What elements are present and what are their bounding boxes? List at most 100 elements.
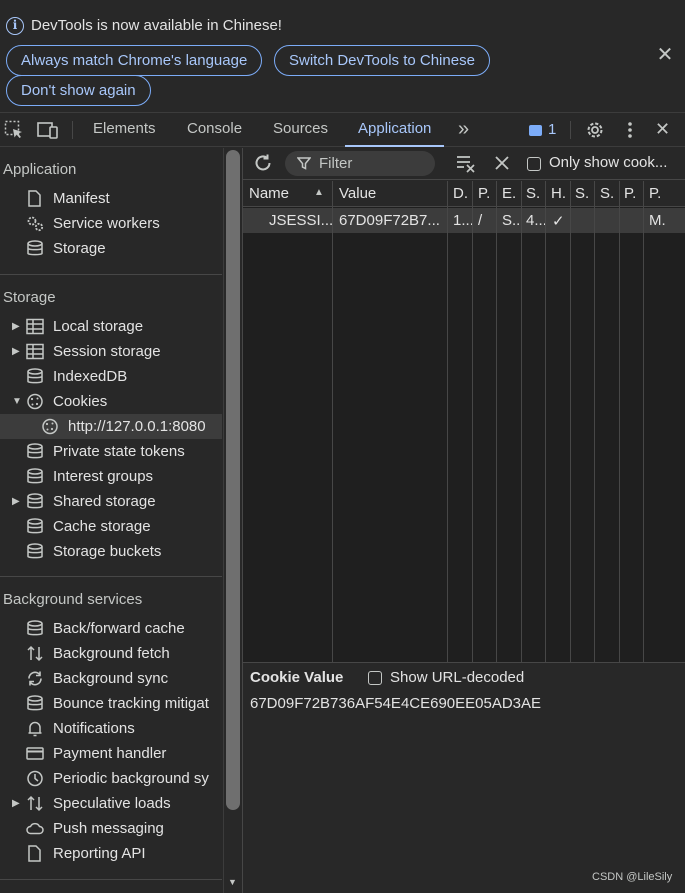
sort-ascending-icon[interactable]: ▲ xyxy=(314,187,324,198)
sidebar-item-indexeddb[interactable]: IndexedDB xyxy=(0,364,222,389)
language-infobar: i DevTools is now available in Chinese! … xyxy=(0,0,685,113)
device-toolbar-icon[interactable] xyxy=(37,120,59,140)
column-divider[interactable] xyxy=(594,181,595,662)
database-icon xyxy=(26,543,44,560)
column-header-httponly[interactable]: H. xyxy=(551,185,566,202)
database-icon xyxy=(26,443,44,460)
column-divider[interactable] xyxy=(472,181,473,662)
sidebar-item-session-storage[interactable]: ▶ Session storage xyxy=(0,339,222,364)
infobar-message: DevTools is now available in Chinese! xyxy=(31,17,282,34)
up-down-arrows-icon xyxy=(26,795,44,812)
sidebar-item-payment-handler[interactable]: Payment handler xyxy=(0,741,222,766)
column-header-domain[interactable]: D. xyxy=(453,185,468,202)
delete-selected-icon[interactable] xyxy=(494,155,510,175)
scroll-down-arrow-icon[interactable]: ▼ xyxy=(228,877,237,887)
table-grid-icon xyxy=(26,318,44,335)
expand-arrow-icon[interactable]: ▶ xyxy=(12,339,20,364)
sidebar-item-cache-storage[interactable]: Cache storage xyxy=(0,514,222,539)
sidebar-item-shared-storage[interactable]: ▶ Shared storage xyxy=(0,489,222,514)
sidebar-item-cookie-origin[interactable]: http://127.0.0.1:8080 xyxy=(0,414,222,439)
switch-to-chinese-button[interactable]: Switch DevTools to Chinese xyxy=(274,45,490,76)
filter-input[interactable]: Filter xyxy=(285,151,435,176)
more-options-icon[interactable] xyxy=(620,120,642,140)
table-grid-icon xyxy=(26,343,44,360)
close-icon[interactable]: ✕ xyxy=(655,45,675,65)
column-divider[interactable] xyxy=(570,181,571,662)
column-header-secure[interactable]: S. xyxy=(575,185,589,202)
refresh-icon[interactable] xyxy=(253,153,273,177)
dont-show-again-button[interactable]: Don't show again xyxy=(6,75,151,106)
sidebar-item-push-messaging[interactable]: Push messaging xyxy=(0,816,222,841)
column-divider[interactable] xyxy=(619,181,620,662)
section-header-storage: Storage xyxy=(3,289,56,306)
more-tabs-icon[interactable]: » xyxy=(458,113,469,147)
sidebar-item-speculative-loads[interactable]: ▶ Speculative loads xyxy=(0,791,222,816)
column-divider[interactable] xyxy=(643,181,644,662)
tab-console[interactable]: Console xyxy=(187,113,242,147)
column-divider[interactable] xyxy=(496,181,497,662)
sidebar-item-notifications[interactable]: Notifications xyxy=(0,716,222,741)
cell-expires: S.. xyxy=(502,212,521,229)
issues-count: 1 xyxy=(548,121,557,138)
tab-elements[interactable]: Elements xyxy=(93,113,156,147)
sidebar-item-manifest[interactable]: Manifest xyxy=(0,186,222,211)
cell-value: 67D09F72B7... xyxy=(339,212,440,229)
sidebar-item-storage-buckets[interactable]: Storage buckets xyxy=(0,539,222,564)
watermark: CSDN @LileSily xyxy=(592,871,673,883)
column-header-size[interactable]: S. xyxy=(526,185,540,202)
sidebar-scrollbar[interactable]: ▼ xyxy=(223,148,242,893)
database-icon xyxy=(26,518,44,535)
cookie-value-title: Cookie Value xyxy=(250,669,344,686)
sidebar-item-background-fetch[interactable]: Background fetch xyxy=(0,641,222,666)
database-icon xyxy=(26,468,44,485)
sidebar-item-private-state-tokens[interactable]: Private state tokens xyxy=(0,439,222,464)
tab-application[interactable]: Application xyxy=(345,113,445,147)
filter-placeholder: Filter xyxy=(319,155,353,172)
sidebar-item-bounce-tracking[interactable]: Bounce tracking mitigat xyxy=(0,691,222,716)
expand-arrow-icon[interactable]: ▶ xyxy=(12,791,20,816)
column-divider[interactable] xyxy=(521,181,522,662)
only-show-issues-checkbox[interactable] xyxy=(527,157,541,171)
column-divider[interactable] xyxy=(332,181,333,662)
sidebar-divider xyxy=(0,879,222,880)
sidebar-item-local-storage[interactable]: ▶ Local storage xyxy=(0,314,222,339)
clear-all-cookies-icon[interactable] xyxy=(455,154,477,178)
show-url-decoded-checkbox[interactable] xyxy=(368,671,382,685)
cell-path: / xyxy=(478,212,483,229)
sidebar-item-storage-overview[interactable]: Storage xyxy=(0,236,222,261)
sidebar-divider xyxy=(0,576,222,577)
database-icon xyxy=(26,493,44,510)
collapse-arrow-icon[interactable]: ▼ xyxy=(12,389,22,414)
column-header-partition-key[interactable]: P. xyxy=(624,185,636,202)
sidebar-item-interest-groups[interactable]: Interest groups xyxy=(0,464,222,489)
sidebar-item-reporting-api[interactable]: Reporting API xyxy=(0,841,222,866)
sidebar-item-back-forward-cache[interactable]: Back/forward cache xyxy=(0,616,222,641)
column-header-expires[interactable]: E. xyxy=(502,185,516,202)
inspect-element-icon[interactable] xyxy=(4,120,26,140)
column-header-value[interactable]: Value xyxy=(339,185,376,202)
sidebar-item-background-sync[interactable]: Background sync xyxy=(0,666,222,691)
expand-arrow-icon[interactable]: ▶ xyxy=(12,489,20,514)
credit-card-icon xyxy=(26,745,44,762)
column-header-priority[interactable]: P. xyxy=(649,185,661,202)
toolbar-divider xyxy=(72,121,73,139)
sidebar-item-service-workers[interactable]: Service workers xyxy=(0,211,222,236)
column-divider[interactable] xyxy=(545,181,546,662)
cell-size: 4... xyxy=(526,212,547,229)
sidebar-item-cookies[interactable]: ▼ Cookies xyxy=(0,389,222,414)
cookie-value-panel: Cookie Value Show URL-decoded 67D09F72B7… xyxy=(243,664,685,893)
cookie-value-text[interactable]: 67D09F72B736AF54E4CE690EE05AD3AE xyxy=(250,695,541,712)
close-devtools-icon[interactable]: ✕ xyxy=(655,113,670,147)
tab-sources[interactable]: Sources xyxy=(273,113,328,147)
expand-arrow-icon[interactable]: ▶ xyxy=(12,314,20,339)
column-header-name[interactable]: Name xyxy=(249,185,289,202)
sidebar-divider xyxy=(0,274,222,275)
column-header-path[interactable]: P. xyxy=(478,185,490,202)
settings-gear-icon[interactable] xyxy=(585,120,607,140)
scrollbar-thumb[interactable] xyxy=(226,150,240,810)
column-header-samesite[interactable]: S. xyxy=(600,185,614,202)
always-match-language-button[interactable]: Always match Chrome's language xyxy=(6,45,263,76)
column-divider[interactable] xyxy=(447,181,448,662)
issues-badge[interactable]: 1 xyxy=(529,121,556,139)
sidebar-item-periodic-background-sync[interactable]: Periodic background sy xyxy=(0,766,222,791)
